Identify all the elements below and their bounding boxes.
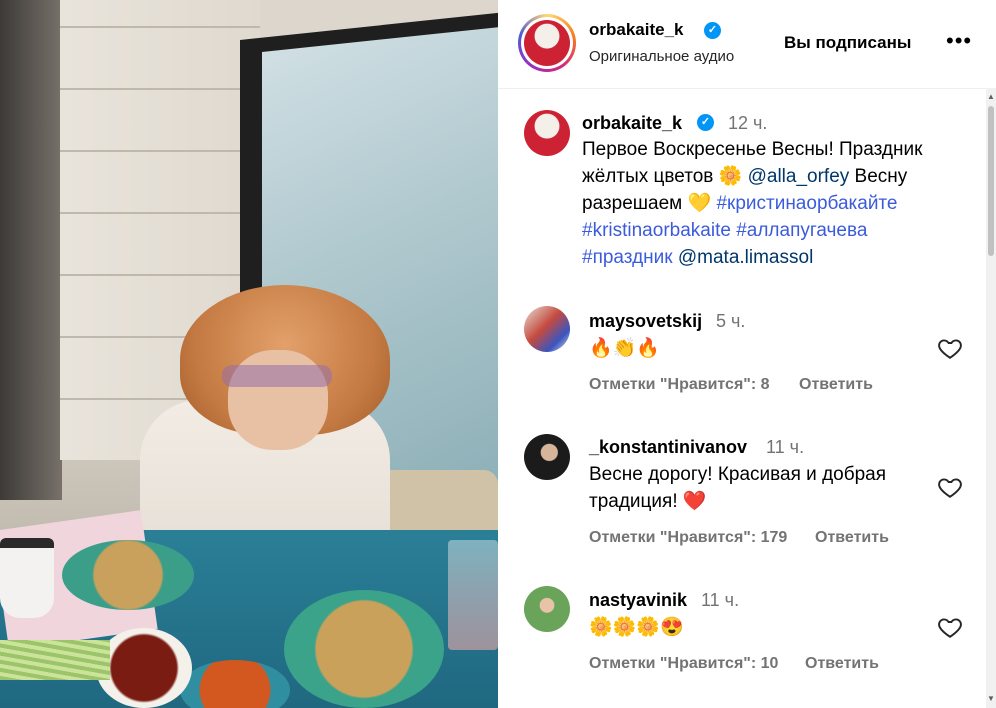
- media-green-onions: [0, 640, 110, 680]
- post-header: orbakaite_k ✓ Оригинальное аудио Вы подп…: [498, 0, 986, 89]
- commenter-avatar[interactable]: [524, 306, 570, 352]
- scrollbar-thumb[interactable]: [988, 106, 994, 256]
- author-username-link[interactable]: orbakaite_k: [589, 20, 684, 40]
- post-details-panel: orbakaite_k ✓ Оригинальное аудио Вы подп…: [498, 0, 996, 708]
- hashtag-link[interactable]: #кристинаорбакайте: [716, 193, 897, 214]
- comment-reply-button[interactable]: Ответить: [815, 529, 889, 547]
- media-person-sunglasses: [222, 365, 332, 387]
- hashtag-link[interactable]: #аллапугачева: [736, 220, 867, 241]
- flower-emoji: 🌼: [718, 166, 743, 187]
- verified-badge-icon: ✓: [704, 22, 721, 39]
- heart-icon[interactable]: [937, 474, 963, 500]
- comment-timestamp[interactable]: 5 ч.: [716, 311, 745, 332]
- comment-timestamp[interactable]: 11 ч.: [701, 590, 739, 611]
- commenter-avatar[interactable]: [524, 586, 570, 632]
- hashtag-link[interactable]: #праздник: [582, 247, 673, 268]
- commenter-avatar[interactable]: [524, 434, 570, 480]
- comment-likes-count[interactable]: Отметки "Нравится": 179: [589, 529, 787, 547]
- heart-icon[interactable]: [937, 335, 963, 361]
- caption-username-link[interactable]: orbakaite_k: [582, 113, 682, 134]
- scroll-up-arrow-icon[interactable]: ▲: [987, 92, 995, 101]
- commenter-username-link[interactable]: maysovetskij: [589, 311, 702, 332]
- author-avatar-story-ring[interactable]: [518, 14, 576, 72]
- comment-likes-count[interactable]: Отметки "Нравится": 8: [589, 376, 770, 394]
- comment-likes-count[interactable]: Отметки "Нравится": 10: [589, 655, 778, 673]
- media-sauce-bowl: [96, 628, 192, 708]
- post-caption: Первое Воскресенье Весны! Праздник жёлты…: [582, 136, 962, 271]
- media-drink-glass: [448, 540, 498, 650]
- comment-text: 🌼🌼🌼😍: [589, 617, 684, 638]
- heart-icon[interactable]: [937, 614, 963, 640]
- scroll-down-arrow-icon[interactable]: ▼: [987, 694, 995, 703]
- mention-link[interactable]: @alla_orfey: [748, 166, 850, 187]
- author-avatar: [524, 20, 570, 66]
- more-options-icon[interactable]: •••: [946, 28, 972, 54]
- hashtag-link[interactable]: #kristinaorbakaite: [582, 220, 731, 241]
- media-plate: [284, 590, 444, 708]
- commenter-username-link[interactable]: nastyavinik: [589, 590, 687, 611]
- media-plate: [62, 540, 194, 610]
- yellow-heart-emoji: 💛: [687, 193, 712, 214]
- following-button[interactable]: Вы подписаны: [784, 33, 911, 53]
- author-avatar[interactable]: [524, 110, 570, 156]
- post-media-video[interactable]: [0, 0, 498, 708]
- media-coffee-cup: [0, 538, 54, 618]
- comment-timestamp[interactable]: 11 ч.: [766, 437, 804, 458]
- verified-badge-icon: ✓: [697, 114, 714, 131]
- comment-text: 🔥👏🔥: [589, 338, 660, 359]
- comments-scrollbar[interactable]: ▲ ▼: [986, 88, 996, 708]
- audio-label-link[interactable]: Оригинальное аудио: [589, 48, 734, 65]
- commenter-username-link[interactable]: _konstantinivanov: [589, 437, 747, 458]
- caption-timestamp[interactable]: 12 ч.: [728, 113, 767, 134]
- mention-link[interactable]: @mata.limassol: [678, 247, 813, 268]
- comment-reply-button[interactable]: Ответить: [799, 376, 873, 394]
- comment-text: Весне дорогу! Красивая и добрая традиция…: [589, 464, 887, 512]
- media-pillar: [0, 0, 62, 500]
- comment-reply-button[interactable]: Ответить: [805, 655, 879, 673]
